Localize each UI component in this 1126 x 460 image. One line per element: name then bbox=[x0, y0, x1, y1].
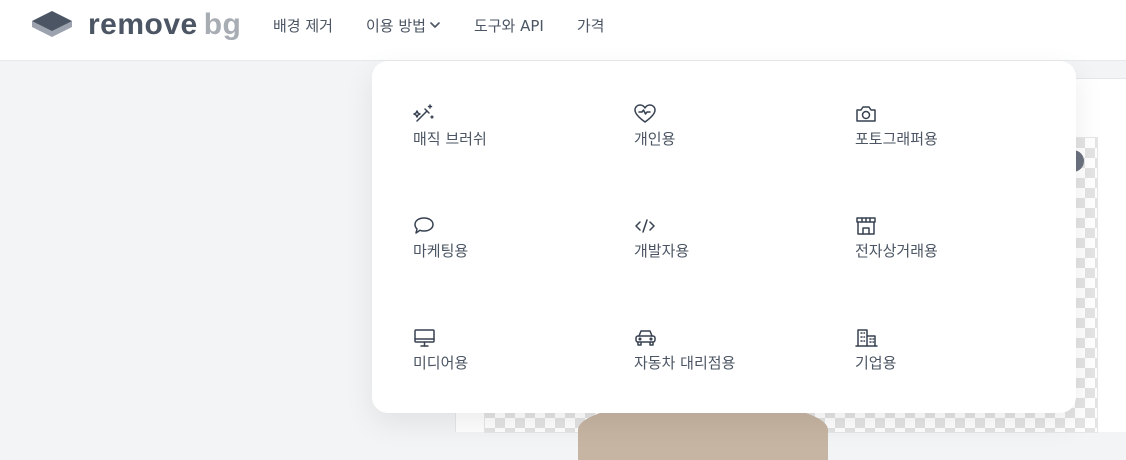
menu-item-ecommerce[interactable]: 전자상거래용 bbox=[855, 215, 938, 261]
menu-item-magic-brush[interactable]: 매직 브러쉬 bbox=[413, 103, 487, 149]
nav-tools-api[interactable]: 도구와 API bbox=[474, 15, 544, 36]
menu-item-photographer[interactable]: 포토그래퍼용 bbox=[855, 103, 938, 149]
menu-item-media[interactable]: 미디어용 bbox=[413, 327, 468, 373]
brand-name-secondary: bg bbox=[203, 8, 242, 41]
menu-item-developer[interactable]: 개발자용 bbox=[634, 215, 689, 261]
menu-item-label: 전자상거래용 bbox=[855, 242, 938, 260]
menu-item-label: 개발자용 bbox=[634, 242, 690, 260]
menu-item-marketing[interactable]: 마케팅용 bbox=[413, 215, 468, 261]
nav-label: 가격 bbox=[576, 17, 605, 35]
heart-icon bbox=[634, 103, 658, 125]
top-navigation-bar: remove bg 배경 제거 이용 방법 도구와 API 가격 bbox=[0, 0, 1126, 61]
nav-label: 도구와 API bbox=[473, 17, 544, 35]
menu-item-label: 매직 브러쉬 bbox=[413, 130, 487, 148]
menu-item-label: 개인용 bbox=[634, 130, 676, 148]
building-icon bbox=[855, 327, 879, 349]
magic-brush-icon bbox=[413, 103, 437, 125]
layers-logo-icon bbox=[32, 11, 72, 37]
code-icon bbox=[634, 215, 658, 237]
brand-wordmark: remove bg bbox=[88, 10, 241, 40]
brand-name-primary: remove bbox=[88, 8, 198, 41]
camera-icon bbox=[855, 103, 879, 125]
menu-item-label: 자동차 대리점용 bbox=[634, 354, 736, 372]
storefront-icon bbox=[855, 215, 879, 237]
main-nav: 배경 제거 이용 방법 도구와 API 가격 bbox=[273, 15, 637, 36]
nav-label: 이용 방법 bbox=[365, 17, 426, 35]
nav-remove-background[interactable]: 배경 제거 bbox=[273, 15, 333, 36]
chat-bubble-icon bbox=[413, 215, 437, 237]
nav-how-to-use[interactable]: 이용 방법 bbox=[366, 15, 441, 36]
nav-label: 배경 제거 bbox=[273, 17, 333, 35]
menu-item-label: 기업용 bbox=[855, 354, 897, 372]
chevron-down-icon bbox=[429, 17, 441, 35]
menu-item-label: 미디어용 bbox=[413, 354, 469, 372]
brand-logo[interactable]: remove bg bbox=[30, 9, 241, 41]
menu-item-car-dealer[interactable]: 자동차 대리점용 bbox=[634, 327, 735, 373]
how-to-use-dropdown: 매직 브러쉬 개인용 포토그래퍼용 마케팅용 개발자용 전자상거래용 미디어용 … bbox=[372, 61, 1076, 413]
menu-item-personal[interactable]: 개인용 bbox=[634, 103, 675, 149]
nav-pricing[interactable]: 가격 bbox=[577, 15, 605, 36]
menu-item-enterprise[interactable]: 기업용 bbox=[855, 327, 896, 373]
monitor-icon bbox=[413, 327, 437, 349]
menu-item-label: 포토그래퍼용 bbox=[855, 130, 938, 148]
car-icon bbox=[634, 327, 658, 349]
menu-item-label: 마케팅용 bbox=[413, 242, 469, 260]
